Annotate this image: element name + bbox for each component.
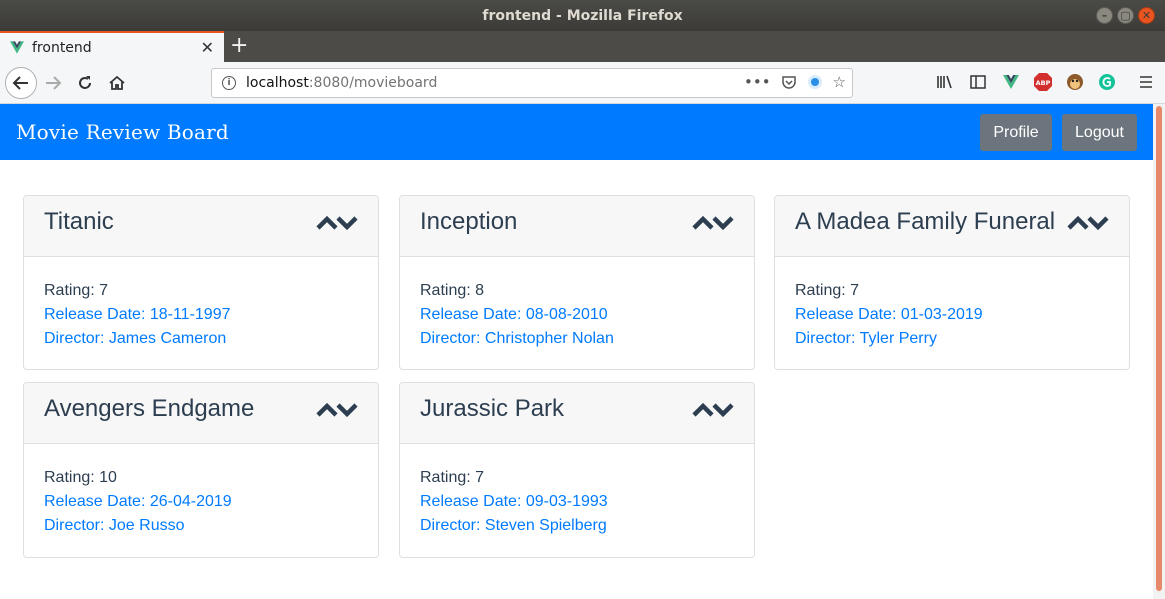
logout-button[interactable]: Logout (1062, 114, 1137, 151)
vue-favicon-icon (10, 41, 24, 54)
close-window-button[interactable]: ✕ (1138, 7, 1155, 24)
movie-rating: Rating: 7 (420, 469, 485, 486)
movie-rating: Rating: 8 (420, 282, 485, 299)
movie-rating: Rating: 10 (44, 469, 117, 486)
profile-button[interactable]: Profile (980, 114, 1052, 151)
movie-title: Titanic (44, 208, 114, 235)
movie-title: Inception (420, 208, 518, 235)
movie-title: Jurassic Park (420, 395, 565, 422)
url-path: :8080/movieboard (308, 75, 438, 91)
tab-strip: frontend ✕ + (0, 31, 1165, 62)
tab-close-icon[interactable]: ✕ (201, 38, 214, 57)
movie-card: Titanic Rating: 7 Release Date: 18-11-19… (23, 195, 379, 370)
window-title: frontend - Mozilla Firefox (482, 7, 683, 24)
adblock-label: ABP (1036, 79, 1051, 87)
tab-title: frontend (32, 39, 92, 56)
monkey-extension-icon[interactable] (1066, 73, 1084, 91)
home-icon[interactable] (104, 70, 130, 96)
movie-director[interactable]: Director: James Cameron (44, 327, 358, 351)
vote-chevrons-icon[interactable] (316, 214, 358, 232)
movie-release-date[interactable]: Release Date: 01-03-2019 (795, 303, 1109, 327)
movie-title: A Madea Family Funeral (795, 208, 1056, 235)
page-actions-icon[interactable]: ••• (744, 73, 771, 91)
app-navbar: Movie Review Board Profile Logout (0, 104, 1153, 160)
library-icon[interactable] (936, 73, 954, 91)
bookmark-star-icon[interactable]: ☆ (833, 73, 846, 91)
movie-card-header: Inception (400, 196, 754, 257)
movie-card: Avengers Endgame Rating: 10 Release Date… (23, 382, 379, 558)
movie-rating: Rating: 7 (44, 282, 109, 299)
window-controls: – ▢ ✕ (1096, 7, 1155, 24)
vote-chevrons-icon[interactable] (692, 214, 734, 232)
brand-title[interactable]: Movie Review Board (16, 120, 229, 144)
page-content: Movie Review Board Profile Logout Titani… (0, 104, 1153, 599)
movie-release-date[interactable]: Release Date: 26-04-2019 (44, 490, 358, 514)
movie-card-body: Rating: 10 Release Date: 26-04-2019 Dire… (24, 444, 378, 556)
reload-icon[interactable] (72, 70, 98, 96)
adblock-plus-icon[interactable]: ABP (1034, 73, 1052, 91)
browser-toolbar: i localhost :8080/movieboard ••• ☆ ABP (0, 62, 1165, 104)
menu-icon[interactable] (1137, 73, 1155, 91)
new-tab-icon[interactable]: + (230, 33, 248, 58)
movie-card: Inception Rating: 8 Release Date: 08-08-… (399, 195, 755, 370)
movie-release-date[interactable]: Release Date: 18-11-1997 (44, 303, 358, 327)
movie-card-header: Jurassic Park (400, 383, 754, 444)
browser-tab[interactable]: frontend ✕ (0, 31, 224, 62)
movie-card-body: Rating: 7 Release Date: 09-03-1993 Direc… (400, 444, 754, 556)
vue-devtools-icon[interactable] (1002, 73, 1020, 91)
movie-director[interactable]: Director: Tyler Perry (795, 327, 1109, 351)
url-bar[interactable]: i localhost :8080/movieboard ••• ☆ (211, 68, 853, 98)
maximize-button[interactable]: ▢ (1117, 7, 1134, 24)
movie-director[interactable]: Director: Christopher Nolan (420, 327, 734, 351)
back-icon[interactable] (5, 67, 37, 99)
movie-rating: Rating: 7 (795, 282, 860, 299)
vote-chevrons-icon[interactable] (692, 401, 734, 419)
forward-icon[interactable] (40, 70, 66, 96)
movie-card-header: Titanic (24, 196, 378, 257)
site-info-icon[interactable]: i (222, 76, 236, 90)
scrollbar-thumb[interactable] (1156, 106, 1162, 591)
minimize-button[interactable]: – (1096, 7, 1113, 24)
movie-release-date[interactable]: Release Date: 09-03-1993 (420, 490, 734, 514)
movie-card-header: Avengers Endgame (24, 383, 378, 444)
window-titlebar: frontend - Mozilla Firefox – ▢ ✕ (0, 0, 1165, 31)
sidebar-icon[interactable] (969, 73, 987, 91)
vote-chevrons-icon[interactable] (316, 401, 358, 419)
movie-card-body: Rating: 7 Release Date: 01-03-2019 Direc… (775, 257, 1129, 369)
movie-release-date[interactable]: Release Date: 08-08-2010 (420, 303, 734, 327)
movie-card-body: Rating: 8 Release Date: 08-08-2010 Direc… (400, 257, 754, 369)
pocket-icon[interactable] (781, 74, 797, 90)
movie-director[interactable]: Director: Joe Russo (44, 514, 358, 538)
movie-card: A Madea Family Funeral Rating: 7 Release… (774, 195, 1130, 370)
url-host: localhost (246, 75, 309, 91)
extension-shield-icon[interactable] (807, 74, 823, 90)
grammarly-icon[interactable] (1098, 73, 1116, 91)
movie-card-header: A Madea Family Funeral (775, 196, 1129, 257)
movie-card: Jurassic Park Rating: 7 Release Date: 09… (399, 382, 755, 558)
vote-chevrons-icon[interactable] (1067, 214, 1109, 232)
movie-card-body: Rating: 7 Release Date: 18-11-1997 Direc… (24, 257, 378, 369)
movie-director[interactable]: Director: Steven Spielberg (420, 514, 734, 538)
movie-title: Avengers Endgame (44, 395, 255, 422)
